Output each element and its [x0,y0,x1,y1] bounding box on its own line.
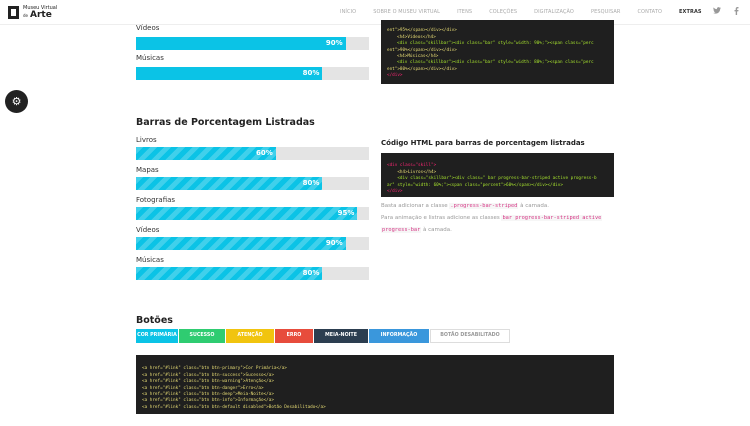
striped-bar-fill: 80% [136,267,323,280]
skill-label: Músicas [136,54,164,62]
code-line: <div class="skillbar"><div class=" bar p… [387,176,597,182]
code-block-skillbars: ent">95%</span></div></div> <h4>Vídeos</h… [381,20,614,84]
disabled-button: BOTÃO DESABILITADO [430,329,510,343]
midnight-button[interactable]: MEIA-NOITE [314,329,368,343]
skill-label: Mapas [136,166,159,174]
code-title-striped: Código HTML para barras de porcentagem l… [381,139,585,147]
note-animation-cont: progress-bar à camada. [381,224,452,237]
skill-label: Vídeos [136,226,160,234]
warning-button[interactable]: ATENÇÃO [226,329,274,343]
skill-label: Fotografias [136,196,176,204]
facebook-icon[interactable] [734,7,739,15]
note-text: à camada. [520,203,549,209]
section-title-buttons: Botões [136,315,173,326]
code-block-striped: <div class="skill"> <h4>Livros</h4> <div… [381,153,614,197]
logo-text-de: de [23,13,28,18]
skill-bar-track: 90% [136,37,369,50]
nav-item-sobre[interactable]: SOBRE O MUSEU VIRTUAL [373,9,440,15]
note-text: Basta adicionar a classe [381,203,448,209]
skill-label: Livros [136,136,157,144]
striped-bar-fill: 95% [136,207,358,220]
skill-bar-track: 90% [136,237,369,250]
nav-item-inicio[interactable]: INÍCIO [340,9,356,15]
striped-bar-fill: 80% [136,177,323,190]
skill-bar-track: 80% [136,67,369,80]
success-button[interactable]: SUCESSO [179,329,225,343]
striped-bar-fill: 90% [136,237,346,250]
section-title-striped: Barras de Porcentagem Listradas [136,117,315,128]
button-row: COR PRIMÁRIA SUCESSO ATENÇÃO ERRO MEIA-N… [136,329,511,343]
nav-item-pesquisar[interactable]: PESQUISAR [591,9,620,15]
inline-code: progress-bar [381,227,422,233]
code-block-buttons: <a href="#link" class="btn btn-primary">… [136,355,614,414]
skill-bar-track: 95% [136,207,369,220]
nav-item-extras[interactable]: EXTRAS [679,9,702,15]
skill-label: Músicas [136,256,164,264]
primary-button[interactable]: COR PRIMÁRIA [136,329,178,343]
logo-text-big: Arte [30,10,52,20]
info-button[interactable]: INFORMAÇÃO [369,329,429,343]
skill-bar-fill: 80% [136,67,323,80]
striped-bar-fill: 60% [136,147,276,160]
danger-button[interactable]: ERRO [275,329,313,343]
nav-item-contato[interactable]: CONTATO [637,9,662,15]
code-line: <div class="skillbar"><div class="bar" s… [397,60,594,66]
nav-item-digitalizacao[interactable]: DIGITALIZAÇÃO [534,9,574,15]
nav-item-colecoes[interactable]: COLEÇÕES [489,9,517,15]
site-logo[interactable]: Museu Virtual de Arte [8,5,68,21]
logo-mark-icon [8,6,19,19]
code-line: <a href="#link" class="btn btn-default d… [142,404,326,410]
skill-label: Vídeos [136,24,160,32]
skill-bar-track: 80% [136,177,369,190]
skill-bar-track: 60% [136,147,369,160]
inline-code: .progress-bar-striped [449,203,519,209]
code-line: </div> [387,189,403,195]
code-line: <div class="skillbar"><div class="bar" s… [397,41,594,47]
skill-bar-track: 80% [136,267,369,280]
note-text: à camada. [423,227,452,233]
code-line: </div> [387,73,403,79]
inline-code: bar progress-bar-striped active [501,215,603,221]
skill-bar-fill: 90% [136,37,346,50]
gears-icon: ⚙ [11,95,22,108]
settings-button[interactable]: ⚙ [5,90,28,113]
twitter-icon[interactable] [713,7,721,14]
note-text: Para animação e listras adicione as clas… [381,215,500,221]
nav-item-itens[interactable]: ITENS [457,9,472,15]
site-header: Museu Virtual de Arte INÍCIO SOBRE O MUS… [0,0,750,25]
